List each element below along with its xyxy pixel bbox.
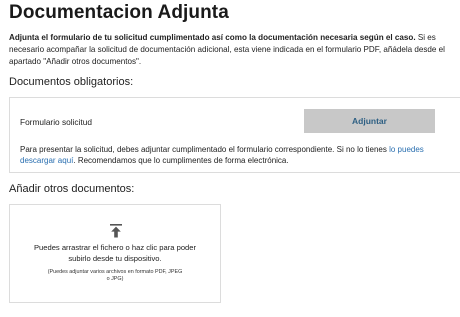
document-label: Formulario solicitud [20,117,92,127]
intro-text: Adjunta el formulario de tu solicitud cu… [9,32,449,68]
drop-zone-formats-note: (Puedes adjuntar varios archivos en form… [10,269,220,283]
drop-note-line-2: o JPG) [106,276,124,282]
upload-icon [110,224,122,238]
required-documents-heading: Documentos obligatorios: [9,76,134,88]
drop-note-line-1: (Puedes adjuntar varios archivos en form… [47,269,183,275]
other-documents-heading: Añadir otros documentos: [9,183,135,195]
page-title: Documentacion Adjunta [9,2,229,23]
file-drop-zone[interactable]: Puedes arrastrar el fichero o haz clic p… [9,204,221,303]
attach-button[interactable]: Adjuntar [304,109,435,133]
required-document-card: Formulario solicitud Adjuntar Para prese… [9,97,460,173]
drop-text-line-1: Puedes arrastrar el fichero o haz clic p… [33,243,197,252]
document-help-text: Para presentar la solicitud, debes adjun… [20,144,445,166]
help-text-after: . Recomendamos que lo cumplimentes de fo… [73,156,289,165]
intro-bold: Adjunta el formulario de tu solicitud cu… [9,33,416,42]
help-text-before: Para presentar la solicitud, debes adjun… [20,145,390,154]
drop-text-line-2: subirlo desde tu dispositivo. [68,253,162,263]
drop-zone-instructions: Puedes arrastrar el fichero o haz clic p… [10,243,220,264]
